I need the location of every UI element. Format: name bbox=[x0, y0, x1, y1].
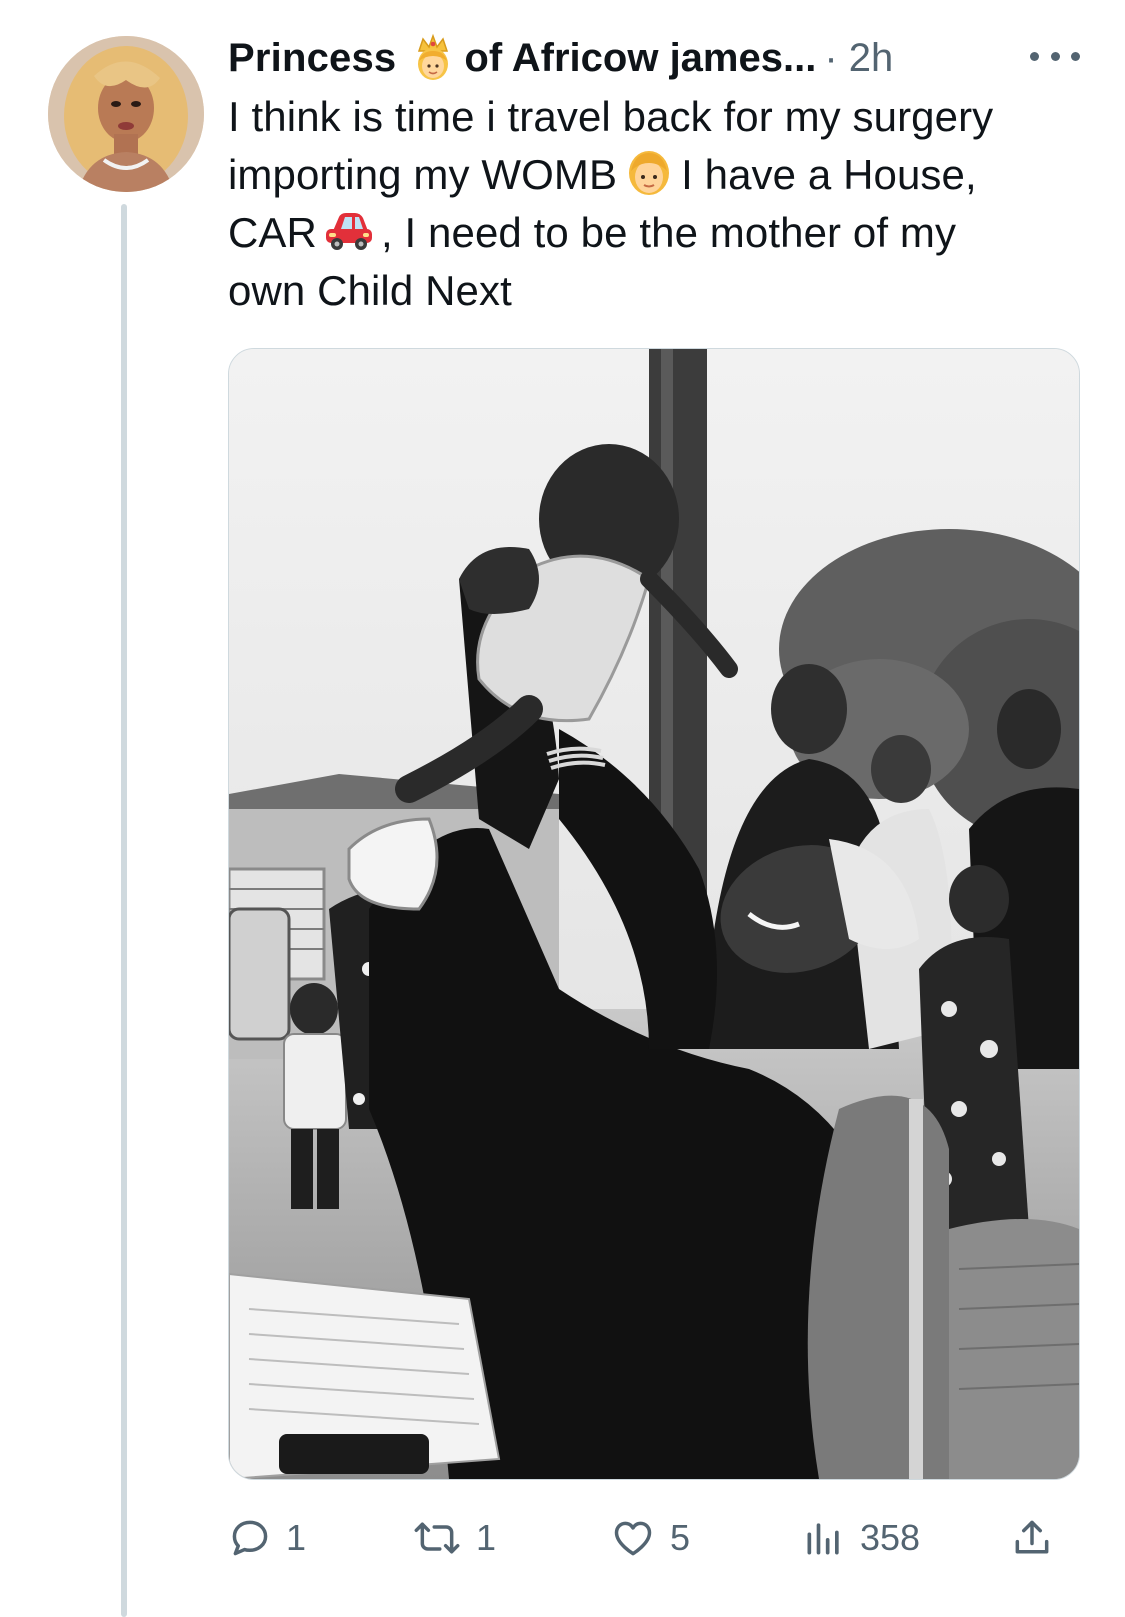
tweet-timestamp[interactable]: · 2h bbox=[824, 36, 893, 81]
reply-button[interactable]: 1 bbox=[228, 1508, 306, 1568]
tweet-text-segment: , I need to be the mother of my bbox=[380, 209, 957, 256]
tweet-text-line: CAR , I need to be the mother of my bbox=[228, 204, 1088, 262]
author-display-name[interactable]: Princess bbox=[228, 36, 396, 81]
heart-icon bbox=[610, 1516, 656, 1560]
share-icon bbox=[1010, 1516, 1054, 1560]
repost-button[interactable]: 1 bbox=[412, 1508, 496, 1568]
thread-line bbox=[121, 204, 127, 1617]
views-count: 358 bbox=[860, 1517, 921, 1558]
share-button[interactable] bbox=[1010, 1508, 1054, 1568]
tweet-text-line: I think is time i travel back for my sur… bbox=[228, 93, 994, 140]
princess-crown-emoji bbox=[408, 33, 458, 83]
profile-avatar[interactable] bbox=[48, 36, 204, 192]
reply-count: 1 bbox=[286, 1517, 307, 1558]
tweet-photo[interactable] bbox=[228, 348, 1080, 1480]
tweet-text-segment: CAR bbox=[228, 209, 317, 256]
tweet-text: I think is time i travel back for my sur… bbox=[228, 88, 1088, 320]
tweet-text-segment: I have a House, bbox=[681, 151, 977, 198]
woman-emoji bbox=[621, 147, 677, 199]
tweet-text-line: own Child Next bbox=[228, 267, 512, 314]
reply-icon bbox=[228, 1516, 272, 1560]
repost-count: 1 bbox=[476, 1517, 497, 1558]
red-car-emoji bbox=[321, 205, 377, 257]
like-count: 5 bbox=[670, 1517, 691, 1558]
tweet-text-segment: importing my WOMB bbox=[228, 151, 618, 198]
tweet-header: Princess of Africow james... · 2h bbox=[228, 30, 1078, 86]
more-dot bbox=[1050, 51, 1060, 61]
more-dot bbox=[1071, 51, 1080, 61]
more-dot bbox=[1030, 51, 1039, 61]
more-dots-icon[interactable] bbox=[1030, 36, 1080, 76]
views-button[interactable]: 358 bbox=[802, 1508, 920, 1568]
tweet-text-line: importing my WOMB I have a House, bbox=[228, 146, 1088, 204]
repost-icon bbox=[412, 1516, 462, 1560]
views-bar-chart-icon bbox=[802, 1516, 846, 1560]
author-name-suffix[interactable]: of Africow james... bbox=[464, 36, 816, 81]
tweet-action-bar: 1 1 5 358 bbox=[228, 1508, 1098, 1568]
like-button[interactable]: 5 bbox=[610, 1508, 690, 1568]
